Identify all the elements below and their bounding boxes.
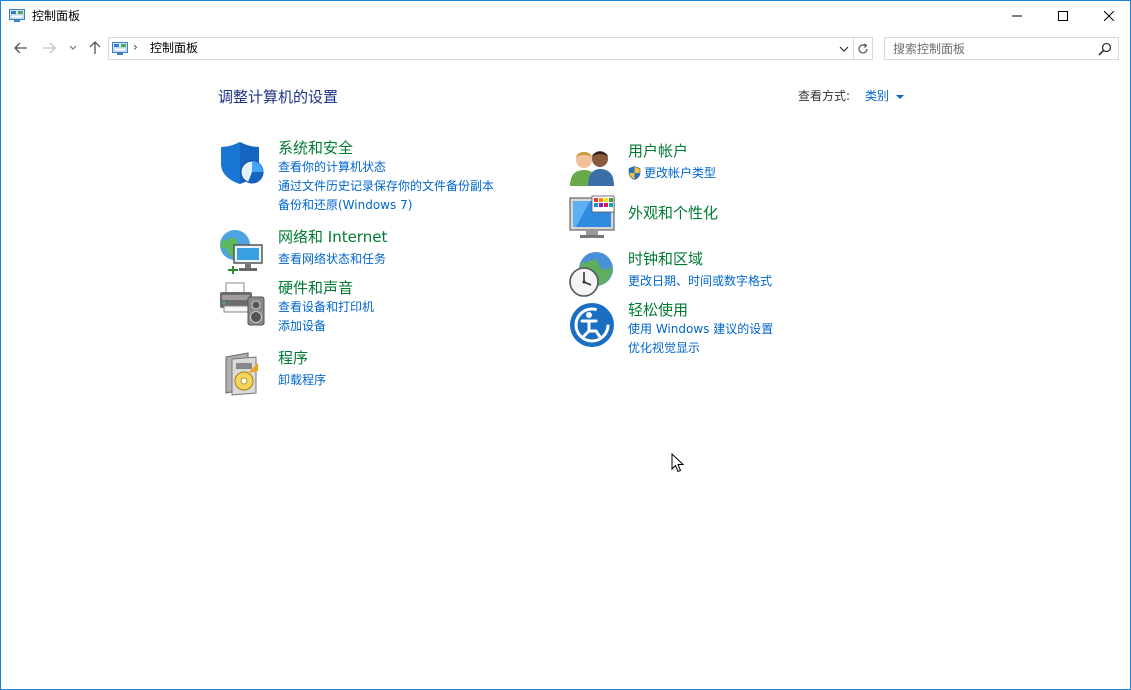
navigation-bar: › 控制面板: [1, 33, 1130, 63]
window-title: 控制面板: [32, 9, 81, 23]
programs-disc-icon[interactable]: [218, 349, 266, 397]
category-title[interactable]: 外观和个性化: [628, 204, 718, 223]
printer-speaker-icon[interactable]: [218, 279, 266, 327]
category-user-accounts: 用户帐户 更改帐户类型: [568, 142, 868, 190]
link-uninstall-program[interactable]: 卸载程序: [278, 373, 326, 388]
category-title[interactable]: 网络和 Internet: [278, 228, 387, 247]
breadcrumb-control-panel[interactable]: 控制面板: [150, 41, 198, 56]
search-icon[interactable]: [1098, 42, 1112, 56]
link-file-history[interactable]: 通过文件历史记录保存你的文件备份副本: [278, 179, 494, 194]
page-title: 调整计算机的设置: [218, 88, 339, 106]
back-button[interactable]: [10, 37, 32, 59]
category-programs: 程序 卸载程序: [218, 349, 538, 397]
uac-shield-icon: [628, 166, 641, 180]
refresh-button[interactable]: [854, 37, 873, 60]
control-panel-icon: [9, 9, 25, 22]
arrow-left-icon: [14, 42, 27, 54]
close-icon: [1104, 11, 1114, 21]
category-network-internet: 网络和 Internet 查看网络状态和任务: [218, 228, 538, 276]
link-change-date-time-format[interactable]: 更改日期、时间或数字格式: [628, 274, 772, 289]
ease-of-access-icon[interactable]: [568, 301, 616, 349]
control-panel-window: 控制面板 › 控制面板 搜索控制面板 调整计算机的设置 查看方式: 类别 系统和…: [0, 0, 1131, 690]
category-title[interactable]: 轻松使用: [628, 301, 688, 320]
category-system-security: 系统和安全 查看你的计算机状态 通过文件历史记录保存你的文件备份副本 备份和还原…: [218, 139, 538, 219]
minimize-icon: [1012, 15, 1022, 17]
view-by-dropdown[interactable]: 类别: [865, 89, 905, 104]
arrow-up-icon: [89, 41, 101, 54]
users-icon[interactable]: [568, 142, 616, 190]
link-backup-restore[interactable]: 备份和还原(Windows 7): [278, 198, 412, 213]
search-box[interactable]: [884, 37, 1119, 60]
maximize-icon: [1058, 11, 1068, 21]
view-by-label: 查看方式:: [798, 89, 851, 103]
maximize-button[interactable]: [1040, 1, 1086, 31]
link-windows-recommended-settings[interactable]: 使用 Windows 建议的设置: [628, 322, 773, 337]
category-title[interactable]: 程序: [278, 349, 308, 368]
category-title[interactable]: 时钟和区域: [628, 250, 703, 269]
recent-locations-button[interactable]: [65, 37, 81, 59]
search-input[interactable]: [893, 40, 1093, 57]
category-appearance: 外观和个性化: [568, 194, 868, 242]
category-clock-region: 时钟和区域 更改日期、时间或数字格式: [568, 250, 868, 298]
chevron-down-icon: [839, 46, 849, 52]
caret-down-icon: [896, 94, 905, 99]
network-globe-icon[interactable]: [218, 228, 266, 276]
refresh-icon: [858, 42, 868, 53]
breadcrumb-separator[interactable]: ›: [133, 40, 138, 54]
mouse-cursor-icon: [671, 453, 685, 473]
link-change-account-type[interactable]: 更改帐户类型: [644, 166, 716, 181]
control-panel-icon: [112, 42, 128, 55]
category-title[interactable]: 用户帐户: [628, 142, 688, 161]
category-title[interactable]: 硬件和声音: [278, 279, 353, 298]
forward-button[interactable]: [38, 37, 60, 59]
address-dropdown-button[interactable]: [837, 41, 851, 57]
title-bar[interactable]: 控制面板: [1, 1, 1130, 31]
minimize-button[interactable]: [994, 1, 1040, 31]
up-button[interactable]: [84, 37, 106, 59]
link-view-computer-status[interactable]: 查看你的计算机状态: [278, 160, 386, 175]
category-ease-of-access: 轻松使用 使用 Windows 建议的设置 优化视觉显示: [568, 301, 888, 361]
category-hardware-sound: 硬件和声音 查看设备和打印机 添加设备: [218, 279, 538, 339]
clock-globe-icon[interactable]: [568, 250, 616, 298]
address-bar[interactable]: › 控制面板: [108, 37, 854, 60]
view-by-value: 类别: [865, 89, 890, 103]
chevron-down-icon: [69, 45, 77, 50]
link-devices-printers[interactable]: 查看设备和打印机: [278, 300, 374, 315]
arrow-right-icon: [43, 42, 56, 54]
close-button[interactable]: [1086, 1, 1131, 31]
monitor-palette-icon[interactable]: [568, 194, 616, 242]
link-network-status[interactable]: 查看网络状态和任务: [278, 252, 386, 267]
shield-icon[interactable]: [218, 139, 266, 187]
category-title[interactable]: 系统和安全: [278, 139, 353, 158]
link-optimize-visual-display[interactable]: 优化视觉显示: [628, 341, 700, 356]
link-add-device[interactable]: 添加设备: [278, 319, 326, 334]
